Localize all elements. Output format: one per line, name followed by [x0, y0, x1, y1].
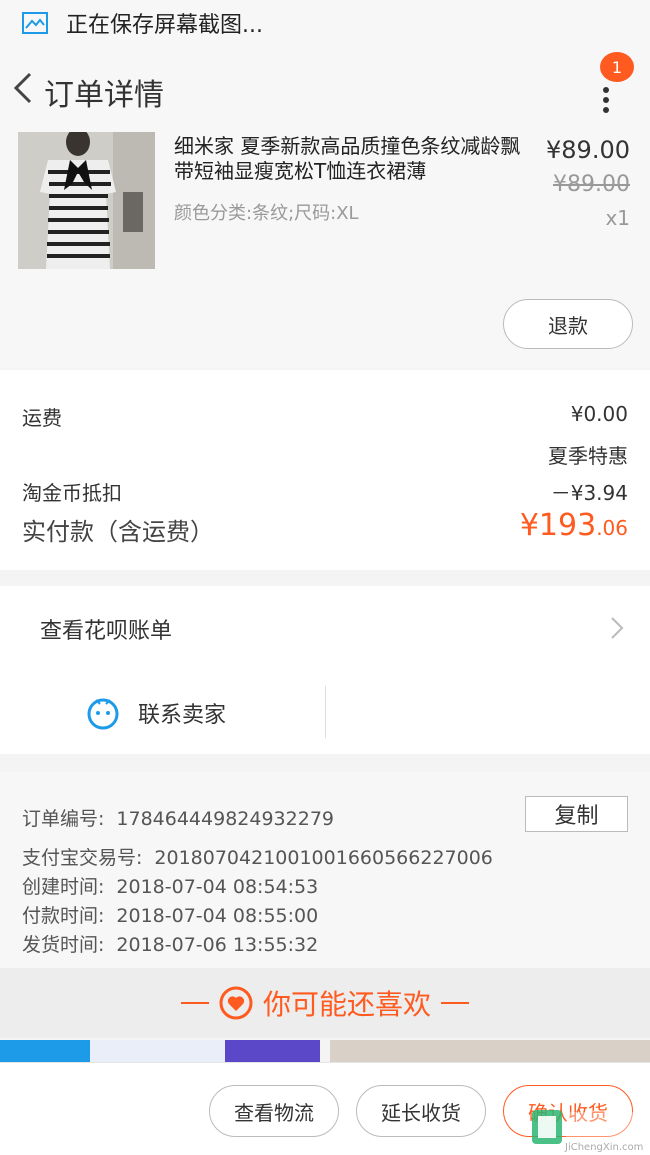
order-number-label: 订单编号: [22, 808, 105, 830]
right-line-decoration [441, 1002, 469, 1004]
original-price: ¥89.00 [553, 172, 630, 197]
shipping-label: 运费 [22, 406, 62, 430]
huabei-bill-link[interactable]: 查看花呗账单 [0, 586, 650, 672]
contact-label: 联系卖家 [138, 703, 227, 728]
product-sku: 颜色分类:条纹;尺码:XL [174, 203, 359, 224]
actions-card: 查看花呗账单 联系卖家 [0, 586, 650, 754]
screenshot-icon [22, 12, 48, 34]
total-value: ¥193.06 [520, 508, 628, 543]
created-time: 2018-07-04 08:54:53 [116, 876, 319, 898]
alipay-row: 支付宝交易号: 2018070421001001660566227006 [22, 843, 493, 870]
back-arrow-icon[interactable] [8, 68, 38, 108]
extend-receipt-button[interactable]: 延长收货 [356, 1085, 486, 1137]
shipped-label: 发货时间: [22, 934, 105, 956]
heart-icon [219, 986, 253, 1020]
recommend-thumbnails [0, 1040, 650, 1062]
divider [325, 686, 326, 738]
notification-badge: 1 [600, 52, 634, 82]
copy-button[interactable]: 复制 [525, 796, 628, 832]
left-line-decoration [180, 1002, 209, 1004]
shipped-time: 2018-07-06 13:55:32 [116, 934, 319, 956]
status-bar: 正在保存屏幕截图... [0, 0, 650, 46]
confirm-receipt-button[interactable]: 确认收货 [503, 1085, 633, 1137]
total-main: ¥193 [519, 508, 597, 543]
huabei-label: 查看花呗账单 [40, 619, 173, 644]
total-row: 实付款（含运费） ¥193.06 [22, 508, 628, 547]
refund-button[interactable]: 退款 [503, 299, 633, 349]
product-quantity: x1 [605, 206, 630, 230]
product-image[interactable] [18, 132, 155, 269]
coin-value: －¥3.94 [550, 481, 628, 505]
bottom-action-bar: 查看物流 延长收货 确认收货 [0, 1062, 650, 1155]
chevron-right-icon [611, 617, 624, 639]
alipay-label: 支付宝交易号: [22, 847, 143, 869]
order-number-row: 订单编号: 178464449824932279 [22, 804, 334, 831]
status-text: 正在保存屏幕截图... [66, 13, 263, 38]
order-number: 178464449824932279 [116, 808, 334, 830]
paid-label: 付款时间: [22, 905, 105, 927]
shipping-value: ¥0.00 [570, 402, 628, 426]
alipay-number: 2018070421001001660566227006 [154, 847, 493, 869]
order-info: 订单编号: 178464449824932279 复制 支付宝交易号: 201807… [0, 772, 650, 968]
contact-seller-button[interactable]: 联系卖家 [0, 686, 326, 740]
promo-label: 夏季特惠 [548, 444, 628, 468]
paid-row: 付款时间: 2018-07-04 08:55:00 [22, 901, 318, 928]
created-row: 创建时间: 2018-07-04 08:54:53 [22, 872, 318, 899]
paid-time: 2018-07-04 08:55:00 [116, 905, 319, 927]
view-logistics-button[interactable]: 查看物流 [209, 1085, 339, 1137]
product-title[interactable]: 细米家 夏季新款高品质撞色条纹减龄飘带短袖显瘦宽松T恤连衣裙薄 [174, 134, 532, 184]
created-label: 创建时间: [22, 876, 105, 898]
total-label: 实付款（含运费） [22, 518, 214, 546]
recommend-strip[interactable] [0, 1040, 650, 1062]
fee-summary: 运费 ¥0.00 夏季特惠 淘金币抵扣 －¥3.94 实付款（含运费） ¥193… [0, 370, 650, 570]
coin-row: 淘金币抵扣 －¥3.94 [22, 477, 628, 506]
chat-smile-icon [87, 698, 119, 730]
shipping-row: 运费 ¥0.00 [22, 402, 628, 431]
product-item[interactable]: 细米家 夏季新款高品质撞色条纹减龄飘带短袖显瘦宽松T恤连衣裙薄 颜色分类:条纹;… [0, 132, 650, 368]
recommend-header: 你可能还喜欢 [0, 968, 650, 1038]
shipped-row: 发货时间: 2018-07-06 13:55:32 [22, 930, 318, 957]
recommend-label: 你可能还喜欢 [262, 988, 431, 1021]
page-title: 订单详情 [44, 78, 164, 113]
dress-photo [18, 132, 155, 269]
more-vertical-icon[interactable] [594, 78, 618, 122]
total-cents: .06 [596, 516, 628, 540]
watermark-text: JiChengXin.com [565, 1142, 644, 1153]
coin-label: 淘金币抵扣 [22, 481, 122, 505]
product-price: ¥89.00 [546, 136, 630, 164]
nav-bar: 订单详情 [0, 46, 650, 132]
